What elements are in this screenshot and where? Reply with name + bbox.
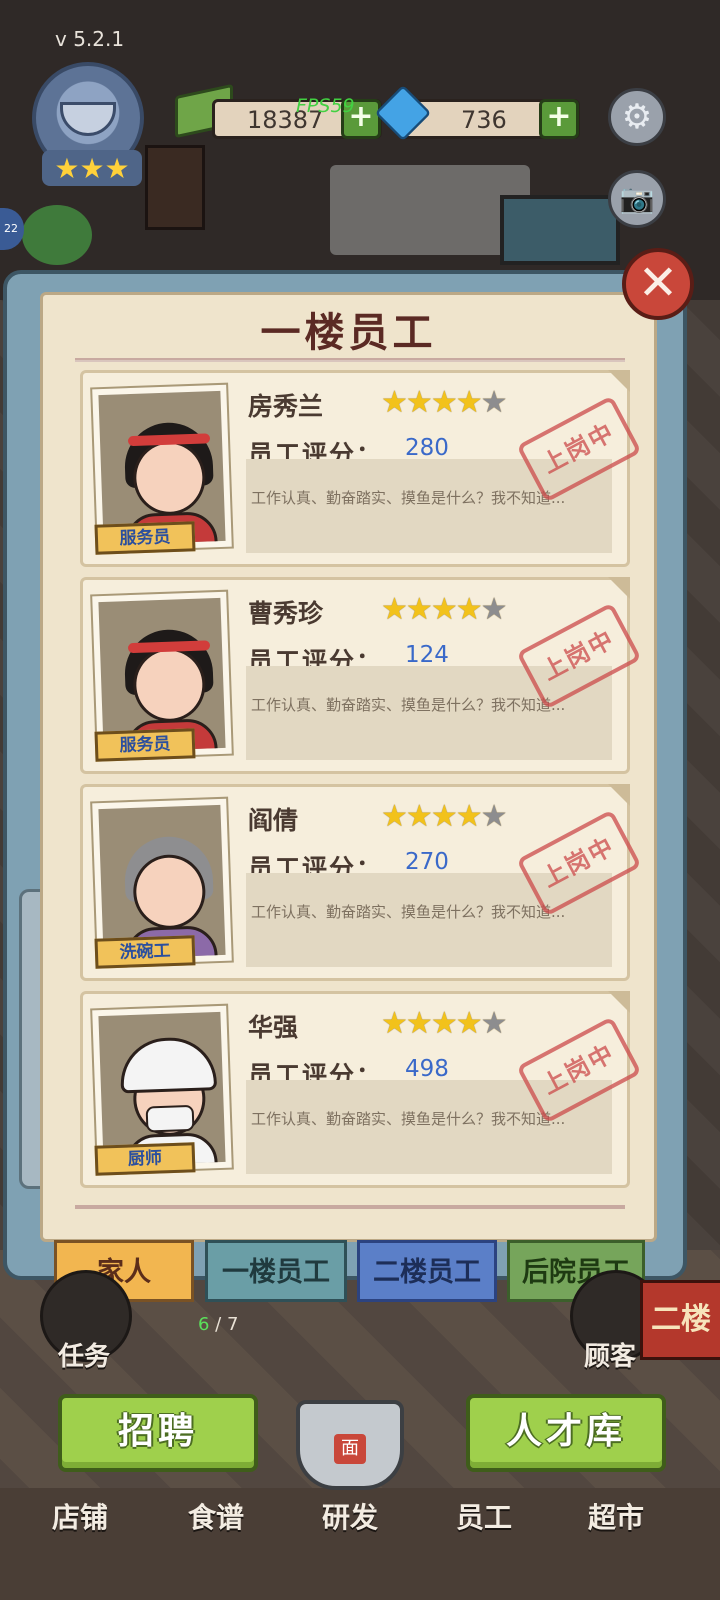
employee-name: 曹秀珍 xyxy=(248,599,324,628)
score-value: 124 xyxy=(405,642,449,668)
employee-card[interactable]: 服务员 曹秀珍 ★★★★★ 员工评分： 124 工作认真、勤奋踏实、摸鱼是什么？… xyxy=(80,577,642,774)
star-filled-icon: ★ xyxy=(381,1006,408,1041)
star-filled-icon: ★ xyxy=(381,799,408,834)
nav-staff[interactable]: 员工 xyxy=(456,1496,512,1536)
star-empty-icon: ★ xyxy=(480,799,508,834)
fps-counter: FPS59 xyxy=(296,95,355,117)
rating-stars: ★★★★★ xyxy=(381,592,508,627)
badge-stars: ★★★ xyxy=(42,150,142,186)
sink-prop xyxy=(500,195,620,265)
star-filled-icon: ★ xyxy=(455,799,483,834)
star-empty-icon: ★ xyxy=(480,592,508,627)
nav-research[interactable]: 研发 xyxy=(322,1496,378,1536)
list-bottom-divider xyxy=(75,1205,625,1209)
cooking-pot-icon[interactable]: 面 xyxy=(296,1400,404,1490)
camera-icon: 📷 xyxy=(619,182,655,215)
score-value: 280 xyxy=(405,435,449,461)
role-tag: 厨师 xyxy=(94,1142,196,1176)
face-mask-shape xyxy=(145,1104,195,1133)
score-value: 270 xyxy=(405,849,449,875)
plant-prop xyxy=(22,205,92,265)
guest-label: 顾客 xyxy=(584,1342,637,1372)
rating-stars: ★★★★★ xyxy=(381,1006,508,1041)
task-progress-done: 6 xyxy=(198,1314,210,1335)
version-label: v 5.2.1 xyxy=(55,27,125,51)
star-filled-icon: ★ xyxy=(455,385,483,420)
star-empty-icon: ★ xyxy=(480,385,508,420)
task-progress: 6 / 7 xyxy=(198,1314,238,1335)
recruit-button[interactable]: 招聘 xyxy=(58,1394,258,1472)
close-icon: ✕ xyxy=(637,255,679,311)
employee-card[interactable]: 厨师 华强 ★★★★★ 员工评分： 498 工作认真、勤奋踏实、摸鱼是什么？我不… xyxy=(80,991,642,1188)
speaker-prop xyxy=(145,145,205,230)
star-filled-icon: ★ xyxy=(430,592,458,627)
talent-pool-button[interactable]: 人才库 xyxy=(466,1394,666,1472)
role-tag: 洗碗工 xyxy=(94,935,196,969)
role-tag: 服务员 xyxy=(94,521,196,555)
camera-button[interactable]: 📷 xyxy=(608,170,666,228)
gem-value: 736 xyxy=(461,106,507,134)
employee-card[interactable]: 服务员 房秀兰 ★★★★★ 员工评分： 280 工作认真、勤奋踏实、摸鱼是什么？… xyxy=(80,370,642,567)
task-progress-total: / 7 xyxy=(209,1314,239,1335)
star-filled-icon: ★ xyxy=(381,385,408,420)
nav-shop[interactable]: 店铺 xyxy=(52,1496,108,1536)
star-filled-icon: ★ xyxy=(430,1006,458,1041)
employee-card[interactable]: 洗碗工 阎倩 ★★★★★ 员工评分： 270 工作认真、勤奋踏实、摸鱼是什么？我… xyxy=(80,784,642,981)
employee-name: 华强 xyxy=(248,1013,299,1042)
add-gem-button[interactable]: + xyxy=(539,99,579,139)
floor-sign: 二楼 xyxy=(640,1280,720,1360)
gem-counter: 736 + xyxy=(400,99,580,139)
rating-stars: ★★★★★ xyxy=(381,799,508,834)
star-filled-icon: ★ xyxy=(455,1006,483,1041)
rating-stars: ★★★★★ xyxy=(381,385,508,420)
star-filled-icon: ★ xyxy=(405,385,433,420)
star-filled-icon: ★ xyxy=(430,385,458,420)
tab-first-floor-staff[interactable]: 一楼员工 xyxy=(205,1240,347,1302)
star-filled-icon: ★ xyxy=(405,1006,433,1041)
star-filled-icon: ★ xyxy=(405,799,433,834)
gear-icon: ⚙ xyxy=(621,97,653,137)
task-label: 任务 xyxy=(58,1342,111,1372)
employee-name: 房秀兰 xyxy=(248,392,324,421)
dialog-title: 一楼员工 xyxy=(260,310,437,356)
settings-button[interactable]: ⚙ xyxy=(608,88,666,146)
star-filled-icon: ★ xyxy=(430,799,458,834)
star-filled-icon: ★ xyxy=(455,592,483,627)
role-tag: 服务员 xyxy=(94,728,196,762)
star-empty-icon: ★ xyxy=(480,1006,508,1041)
restaurant-badge[interactable]: ★★★ xyxy=(22,62,154,190)
nav-supermarket[interactable]: 超市 xyxy=(588,1496,644,1536)
star-filled-icon: ★ xyxy=(405,592,433,627)
chef-hat-shape xyxy=(119,1036,218,1094)
close-button[interactable]: ✕ xyxy=(622,248,694,320)
tab-second-floor-staff[interactable]: 二楼员工 xyxy=(357,1240,497,1302)
score-value: 498 xyxy=(405,1056,449,1082)
star-filled-icon: ★ xyxy=(381,592,408,627)
pot-label: 面 xyxy=(334,1434,366,1464)
title-divider xyxy=(75,358,625,362)
nav-recipes[interactable]: 食谱 xyxy=(188,1496,244,1536)
employee-name: 阎倩 xyxy=(248,806,299,835)
